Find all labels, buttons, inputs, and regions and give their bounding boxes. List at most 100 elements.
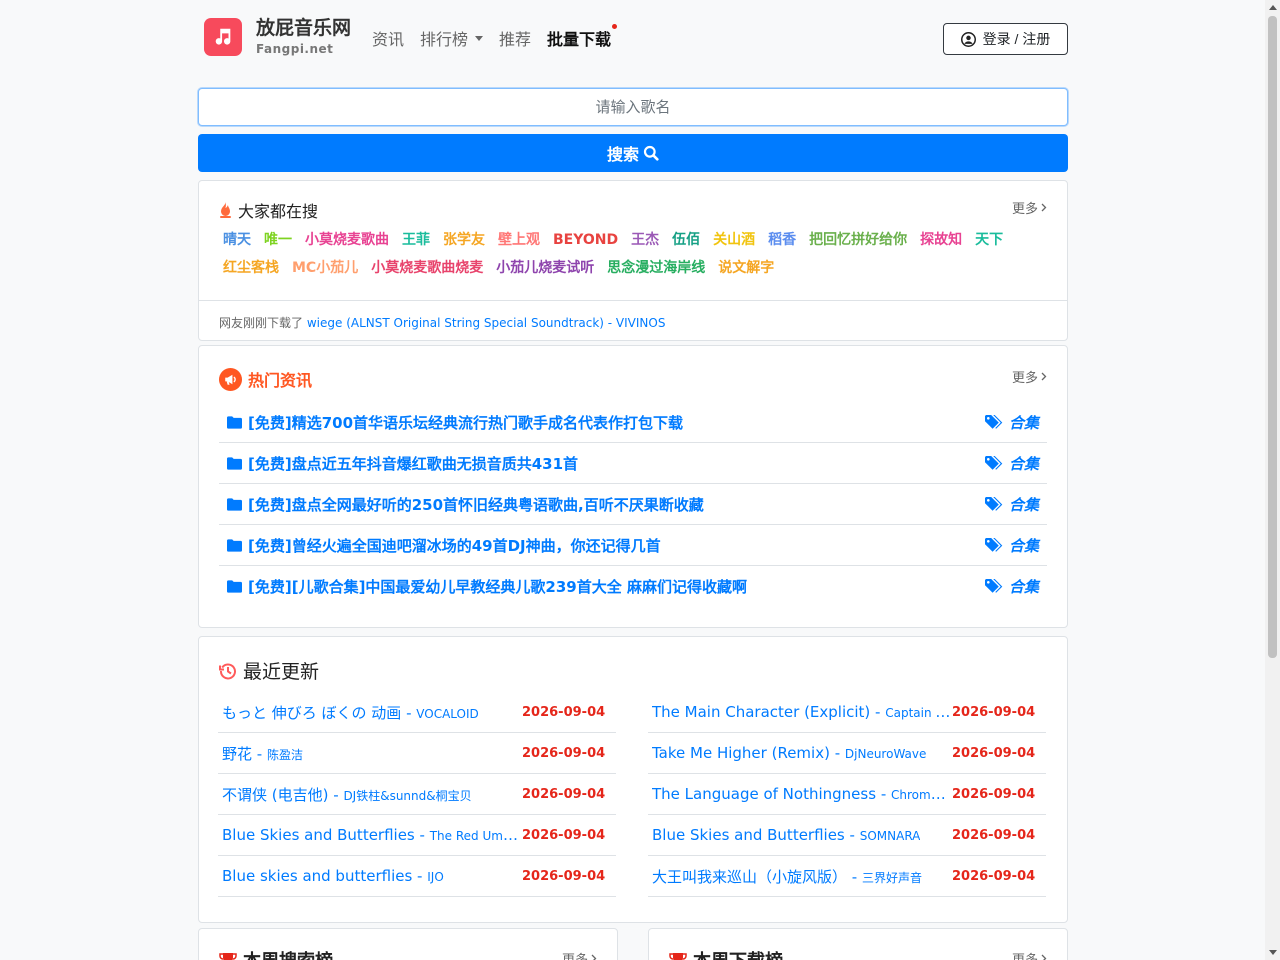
hot-search-tag[interactable]: MC小茄儿 <box>292 259 358 277</box>
hot-search-tag[interactable]: 稻香 <box>768 231 796 249</box>
update-list-item[interactable]: Blue Skies and Butterflies - SOMNARA 2026… <box>648 815 1046 856</box>
weekly-search-header: 本周搜索榜 <box>219 947 333 960</box>
more-label: 更多 <box>1011 202 1038 217</box>
search-icon <box>643 145 659 161</box>
brand-title: 放屁音乐网 <box>256 17 352 39</box>
update-song-link[interactable]: Blue skies and butterflies - IJO <box>222 867 444 885</box>
update-list-item[interactable]: The Main Character (Explicit) - Captain … <box>648 692 1046 733</box>
search-button[interactable]: 搜索 <box>198 134 1068 172</box>
nav-recommend[interactable]: 推荐 <box>499 26 531 50</box>
hot-search-tag[interactable]: 小茄儿烧麦试听 <box>496 259 594 277</box>
login-register-button[interactable]: 登录 / 注册 <box>943 23 1068 55</box>
hot-search-tag[interactable]: 王菲 <box>402 231 430 249</box>
update-song-link[interactable]: もっと 伸びろ ぼくの 动画 - VOCALOID <box>222 702 479 723</box>
hot-news-more-link[interactable]: 更多 <box>1012 367 1047 386</box>
folder-icon <box>227 415 242 429</box>
update-song-link[interactable]: Take Me Higher (Remix) - DjNeuroWave <box>652 744 926 762</box>
update-list-item[interactable]: Take Me Higher (Remix) - DjNeuroWave 2026… <box>648 733 1046 774</box>
update-list-item[interactable]: Blue Skies and Butterflies - The Red Umb… <box>218 815 616 856</box>
news-item-link[interactable]: [免费]盘点近五年抖音爆红歌曲无损音质共431首 <box>227 453 578 474</box>
scroll-up-arrow-icon[interactable] <box>1269 5 1277 10</box>
update-song-link[interactable]: 大王叫我来巡山（小旋风版） - 三界好声音 <box>652 866 922 887</box>
hot-news-title: 热门资讯 <box>248 371 313 390</box>
hot-search-tag[interactable]: BEYOND <box>553 231 618 249</box>
news-item-tag[interactable]: 合集 <box>984 412 1039 433</box>
news-item-link[interactable]: [免费]曾经火遍全国迪吧溜冰场的49首DJ神曲，你还记得几首 <box>227 535 661 556</box>
hot-search-tag[interactable]: 探故知 <box>920 231 962 249</box>
update-list-item[interactable]: The Language of Nothingness - Chromara .… <box>648 774 1046 815</box>
hot-search-tag[interactable]: 把回忆拼好给你 <box>809 231 907 249</box>
update-list-item[interactable]: Blue skies and butterflies - IJO 2026-09-… <box>218 856 616 897</box>
hot-search-tag[interactable]: 小莫烧麦歌曲烧麦 <box>371 259 483 277</box>
hot-search-tag[interactable]: 说文解字 <box>718 259 774 277</box>
news-item[interactable]: [免费][儿歌合集]中国最爱幼儿早教经典儿歌239首大全 麻麻们记得收藏啊 合集 <box>219 566 1047 607</box>
news-item-tag[interactable]: 合集 <box>984 535 1039 556</box>
weekly-download-more-link[interactable]: 更多 <box>1012 949 1047 960</box>
update-song-title: Blue Skies and Butterflies <box>652 826 845 844</box>
hot-news-card: 热门资讯 更多 [免费]精选700首华语乐坛经典流行热门歌手成名代表作打包下载合… <box>198 345 1068 628</box>
hot-search-tag[interactable]: 张学友 <box>443 231 485 249</box>
news-item-link[interactable]: [免费][儿歌合集]中国最爱幼儿早教经典儿歌239首大全 麻麻们记得收藏啊 <box>227 576 747 597</box>
hot-search-tag[interactable]: 唯一 <box>264 231 292 249</box>
hot-search-tag[interactable]: 思念漫过海岸线 <box>607 259 705 277</box>
news-item-link[interactable]: [免费]盘点全网最好听的250首怀旧经典粤语歌曲,百听不厌果断收藏 <box>227 494 704 515</box>
recent-download-prefix: 网友刚刚下载了 <box>219 316 304 330</box>
nav-batch-download-label: 批量下载 <box>547 30 612 49</box>
update-song-title: Blue Skies and Butterflies <box>222 826 415 844</box>
nav-charts[interactable]: 排行榜 <box>420 26 484 50</box>
more-label: 更多 <box>562 949 588 960</box>
update-song-link[interactable]: Blue Skies and Butterflies - The Red Umb… <box>222 826 522 844</box>
update-list-item[interactable]: もっと 伸びろ ぼくの 动画 - VOCALOID 2026-09-04 <box>218 692 616 733</box>
update-date: 2026-09-04 <box>522 704 606 720</box>
news-item-tag[interactable]: 合集 <box>984 576 1039 597</box>
hot-search-tag[interactable]: 晴天 <box>223 231 251 249</box>
weekly-download-title: 本周下载榜 <box>693 947 783 960</box>
update-list-item[interactable]: 野花 - 陈盈洁 2026-09-04 <box>218 733 616 774</box>
recent-updates-right-column: The Main Character (Explicit) - Captain … <box>648 692 1046 897</box>
news-item[interactable]: [免费]盘点近五年抖音爆红歌曲无损音质共431首 合集 <box>219 443 1047 484</box>
news-item[interactable]: [免费]精选700首华语乐坛经典流行热门歌手成名代表作打包下载 合集 <box>219 402 1047 443</box>
update-date: 2026-09-04 <box>952 868 1036 884</box>
more-label: 更多 <box>1011 371 1038 386</box>
hot-search-tag[interactable]: 小莫烧麦歌曲 <box>305 231 389 249</box>
update-list-item[interactable]: 不谓侠 (电吉他) - DJ铁柱&sunnd&桐宝贝 2026-09-04 <box>218 774 616 815</box>
recent-download-link[interactable]: wiege (ALNST Original String Special Sou… <box>307 316 666 330</box>
main-nav: 资讯 排行榜 推荐 批量下载 <box>372 24 618 50</box>
site-logo[interactable] <box>204 18 242 56</box>
more-label: 更多 <box>1012 949 1038 960</box>
scrollbar-thumb[interactable] <box>1268 16 1277 658</box>
hot-search-tag[interactable]: 壁上观 <box>498 231 540 249</box>
nav-news[interactable]: 资讯 <box>372 26 404 50</box>
update-song-link[interactable]: 野花 - 陈盈洁 <box>222 743 303 764</box>
scroll-down-arrow-icon[interactable] <box>1269 950 1277 955</box>
update-song-artist: Chromara ... <box>891 788 952 802</box>
news-item-tag-label: 合集 <box>1008 454 1039 473</box>
news-item-tag[interactable]: 合集 <box>984 453 1039 474</box>
news-item-link[interactable]: [免费]精选700首华语乐坛经典流行热门歌手成名代表作打包下载 <box>227 412 683 433</box>
hot-search-header: 大家都在搜 <box>219 198 318 222</box>
hot-search-tag[interactable]: 伍佰 <box>672 231 700 249</box>
page-scrollbar[interactable] <box>1265 0 1280 960</box>
update-song-artist: The Red Umbrella <box>429 829 522 843</box>
update-song-title: The Language of Nothingness <box>652 785 877 803</box>
hot-search-more-link[interactable]: 更多 <box>1012 198 1047 217</box>
update-song-link[interactable]: The Language of Nothingness - Chromara .… <box>652 785 952 803</box>
update-song-link[interactable]: 不谓侠 (电吉他) - DJ铁柱&sunnd&桐宝贝 <box>222 784 472 805</box>
hot-search-tag[interactable]: 红尘客栈 <box>223 259 279 277</box>
search-input[interactable] <box>198 88 1068 126</box>
update-song-link[interactable]: Blue Skies and Butterflies - SOMNARA <box>652 826 920 844</box>
update-song-link[interactable]: The Main Character (Explicit) - Captain … <box>652 703 952 721</box>
news-item-tag[interactable]: 合集 <box>984 494 1039 515</box>
brand[interactable]: 放屁音乐网 Fangpi.net <box>256 16 351 56</box>
weekly-search-title: 本周搜索榜 <box>243 947 333 960</box>
update-date: 2026-09-04 <box>952 704 1036 720</box>
weekly-search-more-link[interactable]: 更多 <box>562 949 597 960</box>
news-item[interactable]: [免费]盘点全网最好听的250首怀旧经典粤语歌曲,百听不厌果断收藏 合集 <box>219 484 1047 525</box>
update-date: 2026-09-04 <box>522 827 606 843</box>
news-item[interactable]: [免费]曾经火遍全国迪吧溜冰场的49首DJ神曲，你还记得几首 合集 <box>219 525 1047 566</box>
hot-search-tag[interactable]: 王杰 <box>631 231 659 249</box>
hot-search-tag[interactable]: 关山酒 <box>713 231 755 249</box>
nav-batch-download[interactable]: 批量下载 <box>547 24 618 50</box>
hot-search-tag[interactable]: 天下 <box>975 231 1003 249</box>
update-list-item[interactable]: 大王叫我来巡山（小旋风版） - 三界好声音 2026-09-04 <box>648 856 1046 897</box>
